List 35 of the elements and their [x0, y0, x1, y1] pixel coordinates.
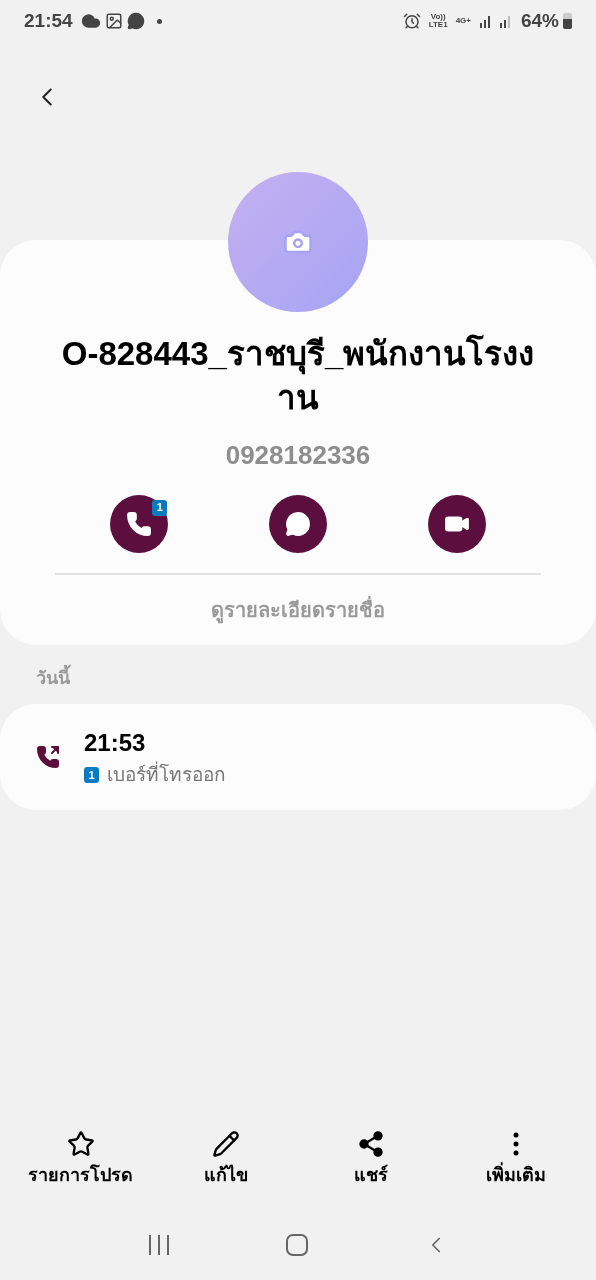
- more-button[interactable]: เพิ่มเติม: [450, 1130, 581, 1210]
- star-icon: [66, 1130, 95, 1158]
- pencil-icon: [211, 1130, 240, 1158]
- outgoing-call-icon: [36, 745, 60, 769]
- battery-percent: 64%: [520, 8, 559, 33]
- recent-apps-icon[interactable]: [147, 1234, 172, 1256]
- call-type: เบอร์ที่โทรออก: [107, 760, 226, 787]
- battery-icon: [563, 13, 572, 29]
- status-time: 21:54: [24, 8, 73, 33]
- call-log-item[interactable]: 21:53 1 เบอร์ที่โทรออก: [0, 704, 596, 810]
- video-call-button[interactable]: [427, 495, 486, 553]
- alarm-icon: [402, 12, 421, 30]
- phone-number: 0928182336: [225, 439, 371, 472]
- sim-badge: 1: [152, 499, 168, 516]
- signal-icon: [478, 14, 513, 28]
- gallery-icon: [104, 12, 123, 30]
- message-button[interactable]: [269, 495, 327, 553]
- call-time: 21:53: [84, 727, 147, 758]
- lte-label: LTE1: [428, 21, 448, 29]
- call-button[interactable]: [110, 495, 169, 553]
- contact-name: O-828443_ราชบุรี_พนักงานโรงงาน: [60, 333, 536, 418]
- network-label: 4G+: [455, 15, 471, 27]
- chat-app-icon: [126, 12, 145, 30]
- edit-button[interactable]: แก้ไข: [160, 1130, 291, 1210]
- home-icon[interactable]: [286, 1234, 308, 1256]
- speech-bubble-icon: [285, 511, 311, 537]
- phone-icon: [126, 511, 153, 537]
- share-icon: [356, 1130, 385, 1158]
- favourites-button[interactable]: รายการโปรด: [15, 1130, 146, 1210]
- sim-badge: 1: [84, 767, 99, 783]
- more-icon: [512, 1132, 519, 1156]
- share-button[interactable]: แชร์: [305, 1130, 436, 1210]
- cloud-icon: [80, 11, 101, 31]
- volte-label: Vo)): [430, 13, 446, 21]
- section-heading: วันนี้: [36, 665, 596, 692]
